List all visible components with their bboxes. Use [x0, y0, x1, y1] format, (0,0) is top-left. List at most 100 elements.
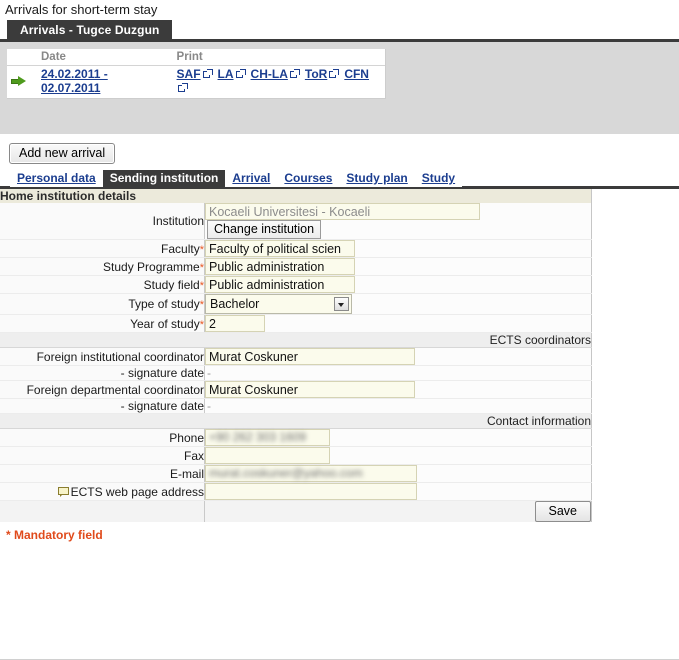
- external-link-icon: [177, 83, 188, 93]
- print-link-tor[interactable]: ToR: [305, 67, 327, 81]
- year-of-study-label-text: Year of study: [130, 316, 200, 331]
- external-link-icon: [202, 69, 213, 79]
- chevron-down-icon[interactable]: [334, 297, 349, 311]
- arrivals-col-print: Print: [172, 49, 385, 66]
- type-of-study-selected-value: Bachelor: [210, 297, 260, 311]
- arrival-date-link[interactable]: 24.02.2011 - 02.07.2011: [41, 67, 108, 95]
- required-star: *: [199, 243, 204, 256]
- form-actions-cell: Save: [204, 500, 592, 522]
- sending-institution-form: Home institution details Institution Cha…: [0, 189, 679, 522]
- phone-label: Phone: [0, 428, 205, 447]
- foreign-institutional-coordinator-input[interactable]: [205, 348, 415, 365]
- form-actions-row: Save: [0, 500, 592, 522]
- section-header-ects-coordinators: ECTS coordinators: [0, 332, 592, 348]
- field-row-foreign-departmental-coordinator: Foreign departmental coordinator: [0, 380, 592, 399]
- arrivals-panel-body: Date Print 24.02.2011 - 02.07.2011 SAF LA: [0, 39, 679, 134]
- phone-field-wrap[interactable]: +90 262 303 1609: [205, 429, 330, 446]
- faculty-label: Faculty*: [0, 239, 205, 258]
- type-of-study-select[interactable]: Bachelor: [205, 294, 352, 314]
- arrivals-table-header-row: Date Print: [7, 49, 385, 66]
- required-star: *: [199, 261, 204, 274]
- tab-arrival[interactable]: Arrival: [225, 170, 278, 187]
- tab-courses[interactable]: Courses: [277, 170, 340, 187]
- required-star: *: [199, 279, 204, 292]
- arrivals-table-wrap: Date Print 24.02.2011 - 02.07.2011 SAF LA: [7, 49, 386, 99]
- save-button[interactable]: Save: [534, 501, 591, 522]
- field-row-faculty: Faculty*: [0, 239, 592, 258]
- row-date-cell: 24.02.2011 - 02.07.2011: [37, 65, 173, 98]
- print-link-chla[interactable]: CH-LA: [251, 67, 288, 81]
- type-of-study-value-cell: Bachelor: [204, 293, 592, 315]
- email-masked-value: murat.coskuner@yahoo.com: [209, 466, 363, 480]
- ects-web-page-value-cell: [204, 482, 592, 501]
- fax-value-cell: [204, 446, 592, 465]
- tab-sending-institution[interactable]: Sending institution: [102, 170, 226, 187]
- year-of-study-input[interactable]: [205, 315, 265, 332]
- field-row-foreign-institutional-coordinator: Foreign institutional coordinator: [0, 347, 592, 366]
- add-new-arrival-button[interactable]: Add new arrival: [9, 143, 116, 164]
- faculty-input[interactable]: [205, 240, 355, 257]
- institutional-signature-date-label: - signature date: [0, 365, 205, 381]
- field-row-email: E-mail murat.coskuner@yahoo.com: [0, 464, 592, 483]
- foreign-departmental-coordinator-input[interactable]: [205, 381, 415, 398]
- external-link-icon: [329, 69, 339, 79]
- print-link-saf[interactable]: SAF: [177, 67, 201, 81]
- faculty-label-text: Faculty: [161, 241, 200, 256]
- section-header-home-institution: Home institution details: [0, 189, 592, 203]
- arrivals-col-date: Date: [37, 49, 173, 66]
- study-programme-input[interactable]: [205, 258, 355, 275]
- field-row-departmental-signature-date: - signature date -: [0, 398, 592, 414]
- main-tabbar: Personal data Sending institution Arrival C…: [0, 170, 679, 189]
- external-link-icon: [289, 69, 300, 79]
- foreign-institutional-coordinator-value-cell: [204, 347, 592, 366]
- required-star: *: [199, 318, 204, 331]
- form-actions-spacer: [0, 500, 205, 522]
- tab-personal-data[interactable]: Personal data: [10, 170, 103, 187]
- ects-web-page-label: ECTS web page address: [0, 482, 205, 501]
- comment-icon[interactable]: [57, 486, 69, 497]
- email-label: E-mail: [0, 464, 205, 483]
- form-table: Home institution details Institution Cha…: [0, 189, 592, 522]
- study-field-input[interactable]: [205, 276, 355, 293]
- section-header-home-institution-label: Home institution details: [0, 189, 592, 203]
- email-field-wrap[interactable]: murat.coskuner@yahoo.com: [205, 465, 417, 482]
- field-row-ects-web-page: ECTS web page address: [0, 482, 592, 501]
- institution-label-text: Institution: [152, 214, 204, 228]
- tab-study[interactable]: Study: [414, 170, 463, 187]
- study-programme-value-cell: [204, 257, 592, 276]
- field-row-year-of-study: Year of study*: [0, 314, 592, 333]
- field-row-phone: Phone +90 262 303 1609: [0, 428, 592, 447]
- study-field-label: Study field*: [0, 275, 205, 294]
- institution-input[interactable]: [205, 203, 480, 220]
- foreign-departmental-coordinator-label: Foreign departmental coordinator: [0, 380, 205, 399]
- email-value-cell: murat.coskuner@yahoo.com: [204, 464, 592, 483]
- arrivals-table: Date Print 24.02.2011 - 02.07.2011 SAF LA: [7, 49, 385, 98]
- print-link-la[interactable]: LA: [218, 67, 234, 81]
- arrivals-col-arrow: [7, 49, 37, 66]
- phone-value-cell: +90 262 303 1609: [204, 428, 592, 447]
- print-link-cfn[interactable]: CFN: [344, 67, 369, 81]
- fax-input[interactable]: [205, 447, 330, 464]
- field-row-study-programme: Study Programme*: [0, 257, 592, 276]
- institutional-signature-date-value: -: [207, 366, 211, 380]
- field-row-type-of-study: Type of study* Bachelor: [0, 293, 592, 315]
- type-of-study-label: Type of study*: [0, 293, 205, 315]
- tab-study-plan[interactable]: Study plan: [339, 170, 415, 187]
- table-row[interactable]: 24.02.2011 - 02.07.2011 SAF LA CH-LA ToR CFN: [7, 65, 385, 98]
- section-header-contact-information-label: Contact information: [0, 413, 592, 429]
- departmental-signature-date-label: - signature date: [0, 398, 205, 414]
- ects-web-page-input[interactable]: [205, 483, 417, 500]
- section-header-ects-coordinators-label: ECTS coordinators: [0, 332, 592, 348]
- study-field-value-cell: [204, 275, 592, 294]
- row-print-cell: SAF LA CH-LA ToR CFN: [172, 65, 385, 98]
- change-institution-button[interactable]: Change institution: [207, 220, 322, 239]
- foreign-departmental-coordinator-value-cell: [204, 380, 592, 399]
- field-row-institutional-signature-date: - signature date -: [0, 365, 592, 381]
- row-selected-marker-cell: [7, 65, 37, 98]
- study-programme-label: Study Programme*: [0, 257, 205, 276]
- arrivals-panel-tab[interactable]: Arrivals - Tugce Duzgun: [7, 20, 173, 39]
- year-of-study-label: Year of study*: [0, 314, 205, 333]
- arrivals-panel-tabrow: Arrivals - Tugce Duzgun: [0, 20, 679, 39]
- type-of-study-label-text: Type of study: [128, 297, 200, 311]
- phone-masked-value: +90 262 303 1609: [209, 430, 307, 444]
